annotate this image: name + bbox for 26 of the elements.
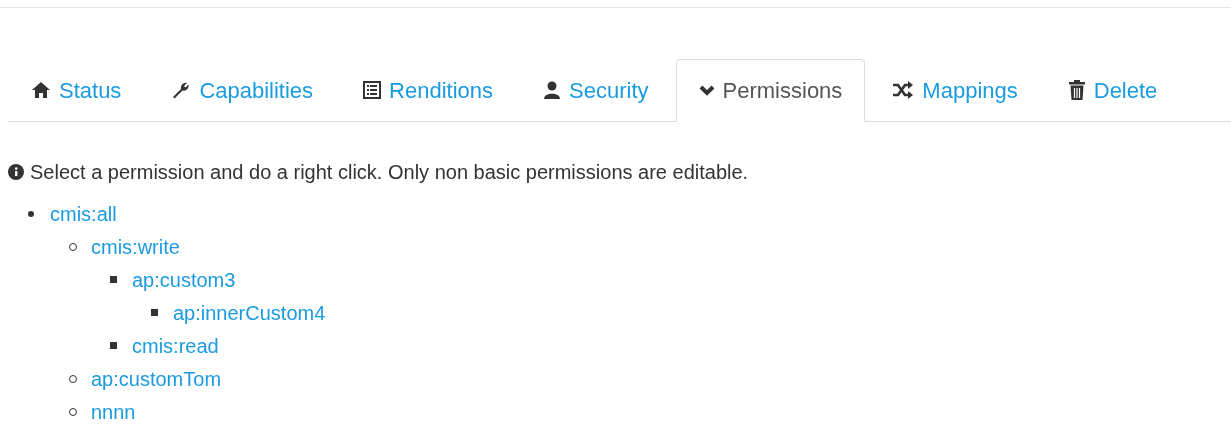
- bullet-square: [151, 309, 158, 316]
- tab[interactable]: Renditions: [340, 59, 517, 121]
- home-icon: [31, 81, 51, 99]
- trash-icon: [1067, 80, 1086, 100]
- chevron-down-icon: [698, 84, 715, 97]
- permission-link[interactable]: ap:customTom: [91, 363, 222, 394]
- tab[interactable]: Capabilities: [148, 59, 337, 121]
- bullet-square: [110, 342, 117, 349]
- tab[interactable]: Permissions: [675, 59, 866, 122]
- tab[interactable]: Security: [520, 59, 672, 121]
- permission-link[interactable]: cmis:all: [50, 198, 117, 229]
- bullet-square: [110, 276, 117, 283]
- info-text: Select a permission and do a right click. Only non basic permissions are editable.: [30, 160, 749, 185]
- permission-link[interactable]: cmis:write: [91, 231, 180, 262]
- list-icon: [363, 81, 382, 99]
- tab[interactable]: Delete: [1044, 59, 1181, 121]
- permission-link[interactable]: cmis:read: [132, 330, 219, 361]
- wrench-icon: [171, 80, 192, 100]
- info-icon: [8, 164, 24, 180]
- tab[interactable]: Mappings: [869, 59, 1041, 121]
- permission-link[interactable]: ap:innerCustom4: [173, 297, 326, 328]
- permission-link[interactable]: nnnn: [91, 396, 136, 427]
- shuffle-icon: [892, 81, 915, 99]
- user-icon: [543, 81, 562, 99]
- permission-link[interactable]: ap:custom3: [132, 264, 236, 295]
- tab[interactable]: Status: [8, 59, 145, 121]
